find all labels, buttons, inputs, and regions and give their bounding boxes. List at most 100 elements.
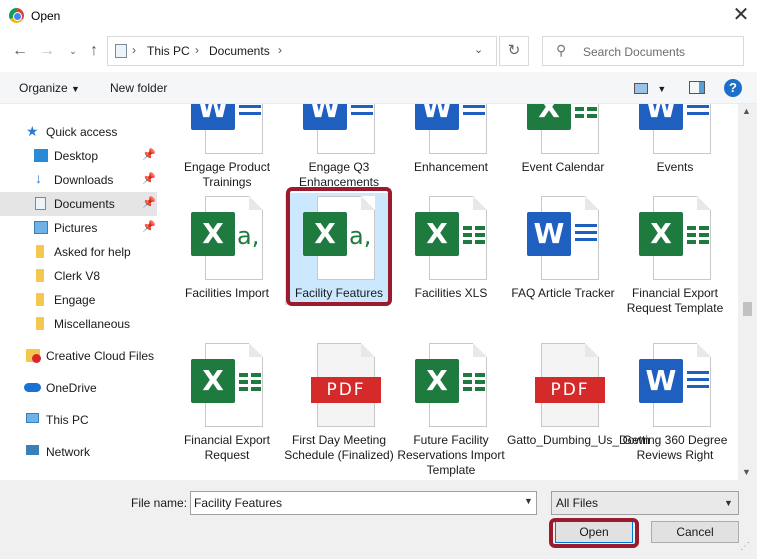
sidebar-item-desktop[interactable]: Desktop 📌: [0, 144, 157, 168]
creative-cloud-icon: [26, 349, 41, 363]
file-item[interactable]: PDF Gatto_Dumbing_Us_Down: [507, 343, 650, 473]
new-folder-button[interactable]: New folder: [110, 81, 167, 95]
file-item[interactable]: X Financial Export Request: [171, 343, 283, 473]
file-name: Events: [656, 160, 694, 174]
selection-highlight-annotation: [286, 187, 392, 306]
file-type-value: All Files: [556, 496, 599, 510]
sidebar-item-quick-access[interactable]: ★ Quick access: [0, 120, 157, 144]
file-item[interactable]: PDF First Day Meeting Schedule (Finalize…: [283, 343, 395, 480]
folder-icon: [36, 293, 44, 306]
scroll-down-icon[interactable]: ▼: [742, 467, 751, 477]
help-button[interactable]: ?: [724, 79, 742, 97]
organize-label: Organize: [19, 81, 68, 95]
file-item[interactable]: X Event Calendar: [507, 104, 619, 190]
star-icon: ★: [26, 123, 39, 139]
file-item[interactable]: X Financial Export Request Template: [619, 196, 731, 336]
view-icon: [634, 83, 648, 95]
back-button[interactable]: ←: [9, 40, 31, 62]
close-button[interactable]: ✕: [727, 2, 755, 30]
sidebar-item-clerk-v8[interactable]: Clerk V8: [0, 264, 157, 288]
chevron-down-icon: ⌄: [69, 46, 77, 56]
up-arrow-icon: ↑: [90, 42, 98, 59]
file-item[interactable]: W Engage Product Trainings: [171, 104, 283, 190]
file-list: W Engage Product Trainings W Engage Q3 E…: [164, 104, 738, 480]
word-file-icon: W: [303, 104, 377, 154]
open-button-highlight-annotation: [549, 518, 639, 548]
folder-icon: [36, 269, 44, 282]
file-name: Future Facility Reservations Import Temp…: [397, 433, 505, 477]
file-item[interactable]: X Facilities XLS: [395, 196, 507, 326]
file-item[interactable]: W Events: [619, 104, 731, 190]
forward-arrow-icon: →: [39, 42, 55, 59]
file-item[interactable]: W Engage Q3 Enhancements: [283, 104, 395, 190]
file-name: Gatto_Dumbing_Us_Down: [507, 433, 650, 447]
recent-locations-button[interactable]: ⌄: [62, 40, 84, 62]
file-name: Getting 360 Degree Reviews Right: [622, 433, 728, 462]
file-item[interactable]: W FAQ Article Tracker: [507, 196, 619, 326]
breadcrumb-documents[interactable]: Documents: [209, 44, 270, 58]
sidebar-item-label: Asked for help: [54, 245, 131, 259]
file-name: Event Calendar: [521, 160, 605, 174]
file-item[interactable]: X Future Facility Reservations Import Te…: [395, 343, 507, 480]
vertical-scrollbar[interactable]: ▲ ▼: [738, 104, 757, 480]
organize-menu[interactable]: Organize ▼: [19, 81, 80, 95]
sidebar-item-documents[interactable]: Documents 📌: [0, 192, 157, 216]
scroll-thumb[interactable]: [743, 302, 752, 316]
back-arrow-icon: ←: [12, 42, 28, 59]
help-icon: ?: [729, 80, 737, 95]
file-item[interactable]: X a, Facilities Import: [171, 196, 283, 326]
up-button[interactable]: ↑: [83, 40, 105, 62]
file-name: Engage Q3 Enhancements: [298, 160, 380, 189]
sidebar-item-label: Desktop: [54, 149, 99, 163]
file-item[interactable]: W Getting 360 Degree Reviews Right: [619, 343, 731, 480]
sidebar-item-onedrive[interactable]: OneDrive: [0, 376, 157, 400]
sidebar-item-downloads[interactable]: ↓ Downloads 📌: [0, 168, 157, 192]
file-type-select[interactable]: All Files ▼: [551, 491, 739, 515]
resize-grip-icon[interactable]: ⋰: [740, 541, 750, 552]
sidebar-item-engage[interactable]: Engage: [0, 288, 157, 312]
excel-file-icon: X: [527, 104, 601, 154]
file-name: Enhancement: [413, 160, 489, 174]
sidebar-item-label: Miscellaneous: [54, 317, 131, 331]
sidebar-item-miscellaneous[interactable]: Miscellaneous: [0, 312, 157, 336]
chevron-down-icon[interactable]: ▼: [524, 496, 533, 506]
chrome-icon: [9, 8, 24, 23]
breadcrumb-this-pc[interactable]: This PC: [147, 44, 190, 58]
dialog-footer: File name: ▼ All Files ▼ Open Cancel: [0, 480, 757, 559]
file-name: Financial Export Request Template: [626, 286, 724, 315]
address-bar[interactable]: › This PC › Documents › ⌄: [107, 36, 497, 66]
navigation-pane: ★ Quick access Desktop 📌 ↓ Downloads 📌 D…: [0, 104, 164, 480]
word-file-icon: W: [191, 104, 265, 154]
folder-icon: [36, 317, 44, 330]
sidebar-item-this-pc[interactable]: This PC: [0, 408, 157, 432]
this-pc-icon: [115, 44, 127, 58]
refresh-button[interactable]: ↻: [499, 36, 529, 66]
command-bar: Organize ▼ New folder ▼: [0, 72, 757, 104]
word-file-icon: W: [639, 343, 713, 427]
caret-down-icon: ▼: [71, 84, 80, 94]
sidebar-item-pictures[interactable]: Pictures 📌: [0, 216, 157, 240]
word-file-icon: W: [415, 104, 489, 154]
preview-pane-button[interactable]: [689, 81, 705, 94]
sidebar-item-label: Clerk V8: [54, 269, 101, 283]
forward-button[interactable]: →: [36, 40, 58, 62]
sidebar-item-asked-for-help[interactable]: Asked for help: [0, 240, 157, 264]
excel-file-icon: X: [191, 343, 265, 427]
csv-file-icon: X a,: [191, 196, 265, 280]
scroll-up-icon[interactable]: ▲: [742, 106, 751, 116]
change-view-button[interactable]: ▼: [634, 81, 666, 95]
address-dropdown-icon[interactable]: ⌄: [474, 43, 483, 56]
word-file-icon: W: [639, 104, 713, 154]
search-icon: ⚲: [556, 42, 567, 58]
close-icon: ✕: [732, 4, 750, 26]
file-item[interactable]: W Enhancement: [395, 104, 507, 190]
search-box[interactable]: ⚲ Search Documents: [542, 36, 744, 66]
network-icon: [26, 445, 39, 455]
pdf-file-icon: PDF: [527, 343, 605, 427]
sidebar-item-creative-cloud[interactable]: Creative Cloud Files: [0, 344, 157, 368]
computer-icon: [26, 413, 39, 423]
file-name-field[interactable]: [190, 491, 537, 515]
cancel-button[interactable]: Cancel: [651, 521, 739, 543]
file-name: Engage Product Trainings: [183, 160, 271, 189]
sidebar-item-network[interactable]: Network: [0, 440, 157, 464]
